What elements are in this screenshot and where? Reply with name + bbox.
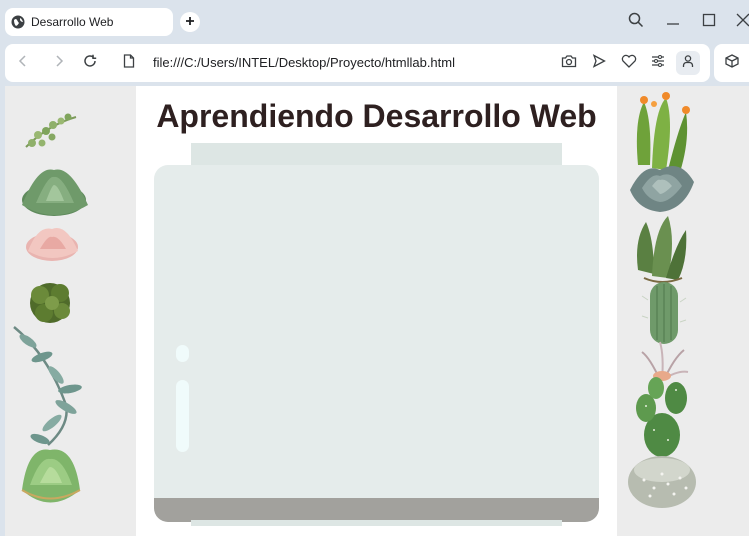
new-tab-button[interactable] bbox=[180, 12, 200, 32]
filter-icon bbox=[651, 54, 665, 73]
reload-icon bbox=[83, 54, 97, 73]
tab-strip: Desarrollo Web bbox=[0, 0, 749, 44]
right-plants bbox=[628, 92, 696, 508]
round-succulent-icon bbox=[21, 449, 81, 503]
small-leaf-plant-icon bbox=[25, 113, 77, 148]
tab-menu-button[interactable] bbox=[646, 51, 670, 75]
profile-button[interactable] bbox=[676, 51, 700, 75]
prickly-pear-cactus-icon bbox=[636, 377, 687, 457]
favorite-button[interactable] bbox=[617, 51, 641, 75]
eucalyptus-branch-icon bbox=[13, 326, 82, 446]
grey-succulent-icon bbox=[630, 166, 694, 212]
close-icon bbox=[736, 13, 749, 32]
person-icon bbox=[681, 54, 695, 73]
forward-button[interactable] bbox=[47, 51, 71, 75]
send-icon bbox=[592, 53, 606, 73]
glass-shine-bar bbox=[176, 380, 189, 452]
glass-shine-dot bbox=[176, 345, 189, 362]
back-button[interactable] bbox=[11, 51, 35, 75]
search-icon bbox=[628, 12, 644, 33]
jar-bottom-rim bbox=[191, 520, 562, 526]
dark-succulent-icon bbox=[30, 283, 70, 323]
file-icon bbox=[123, 53, 135, 73]
close-window-button[interactable] bbox=[731, 10, 749, 34]
maximize-icon bbox=[702, 13, 716, 32]
air-plant-icon bbox=[641, 341, 689, 381]
screenshot-button[interactable] bbox=[557, 51, 581, 75]
search-tabs-button[interactable] bbox=[624, 10, 648, 34]
round-white-cactus-icon bbox=[628, 456, 696, 508]
green-succulent-icon bbox=[22, 169, 88, 216]
heart-icon bbox=[621, 54, 637, 73]
page-info-button[interactable] bbox=[117, 51, 141, 75]
camera-icon bbox=[561, 54, 577, 73]
glass-jar bbox=[154, 165, 599, 522]
minimize-button[interactable] bbox=[661, 10, 685, 34]
reload-button[interactable] bbox=[78, 51, 102, 75]
arrow-left-icon bbox=[16, 54, 30, 73]
tab-title: Desarrollo Web bbox=[31, 15, 114, 29]
plus-icon bbox=[185, 13, 195, 31]
jar-base bbox=[154, 498, 599, 522]
pink-succulent-icon bbox=[26, 227, 78, 261]
arrow-right-icon bbox=[52, 54, 66, 73]
globe-icon bbox=[11, 15, 25, 29]
address-bar[interactable]: file:///C:/Users/INTEL/Desktop/Proyecto/… bbox=[153, 55, 455, 70]
browser-toolbar: file:///C:/Users/INTEL/Desktop/Proyecto/… bbox=[5, 44, 710, 82]
extensions-button[interactable] bbox=[714, 44, 749, 82]
flowering-cactus-icon bbox=[636, 92, 690, 172]
left-plants bbox=[13, 113, 88, 503]
minimize-icon bbox=[666, 13, 680, 32]
send-button[interactable] bbox=[587, 51, 611, 75]
spiky-succulent-icon bbox=[637, 216, 687, 283]
maximize-button[interactable] bbox=[697, 10, 721, 34]
browser-tab[interactable]: Desarrollo Web bbox=[5, 8, 173, 36]
page-title: Aprendiendo Desarrollo Web bbox=[156, 98, 597, 134]
cube-icon bbox=[724, 53, 739, 73]
column-cactus-icon bbox=[641, 282, 687, 344]
